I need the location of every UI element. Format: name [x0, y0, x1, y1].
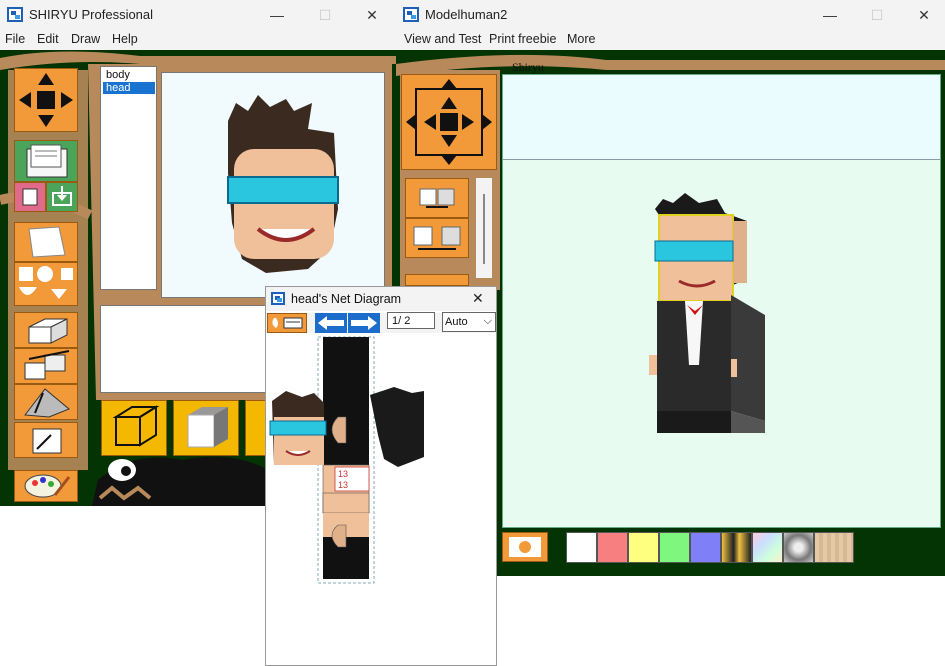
menu-bar: File Edit Draw Help	[0, 30, 396, 50]
viewport-label: Shiryu	[512, 60, 545, 74]
menu-print-freebie[interactable]: Print freebie	[489, 32, 556, 46]
page-indicator: 1/ 2	[387, 312, 435, 329]
notes-area[interactable]	[100, 305, 270, 393]
swatch-blue[interactable]	[690, 532, 721, 563]
minimize-button[interactable]: —	[257, 0, 297, 30]
palette-icon	[24, 474, 71, 498]
title-bar[interactable]: Modelhuman2 — ☐ ✕	[396, 0, 945, 30]
zoom-out-button[interactable]	[405, 218, 469, 258]
title-bar[interactable]: head's Net Diagram ✕	[266, 287, 496, 311]
move-dpad[interactable]	[14, 68, 78, 132]
dpad-arrows-icon	[19, 73, 73, 127]
box-icon	[28, 318, 68, 344]
menu-edit[interactable]: Edit	[37, 32, 59, 46]
solid-cube-icon	[187, 407, 228, 448]
app-icon	[7, 7, 23, 22]
model-3d-viewport[interactable]	[502, 74, 941, 528]
screenshot-button[interactable]	[502, 532, 548, 562]
wireframe-cube-icon	[112, 405, 160, 447]
primitive-shapes-icon	[19, 266, 73, 299]
stretch-tool-button[interactable]	[14, 384, 78, 420]
head-preview-pane[interactable]	[161, 72, 385, 298]
resize-arrows-icon	[24, 350, 70, 380]
cut-icon	[32, 428, 62, 454]
wireframe-view-button[interactable]	[101, 400, 167, 456]
list-item-body[interactable]: body	[103, 69, 133, 81]
app-icon	[403, 7, 419, 22]
menu-draw[interactable]: Draw	[71, 32, 100, 46]
net-diagram-canvas[interactable]: 13 13	[266, 335, 496, 665]
app-icon	[271, 292, 285, 305]
texture-view-button[interactable]	[245, 400, 267, 456]
scale-mode-select[interactable]: Auto ⌵	[442, 312, 496, 332]
print-net-button[interactable]	[267, 313, 307, 333]
slider-track	[483, 194, 485, 264]
box-tool-button[interactable]	[14, 312, 78, 348]
face-number-2: 13	[338, 480, 348, 490]
net-diagram-window: head's Net Diagram ✕ 1/ 2 Auto ⌵ 13 13	[265, 286, 497, 666]
prev-page-button[interactable]	[315, 313, 347, 333]
swatch-rainbow[interactable]	[752, 532, 783, 563]
swatch-wood-texture[interactable]	[814, 532, 854, 563]
arrow-left-icon	[318, 316, 344, 330]
paper-shapes-button[interactable]	[14, 222, 78, 262]
cut-tool-button[interactable]	[14, 422, 78, 458]
zoom-out-cubes-icon	[413, 226, 461, 250]
next-page-button[interactable]	[348, 313, 380, 333]
swatch-white[interactable]	[566, 532, 597, 563]
zoom-slider[interactable]	[476, 178, 492, 278]
extra-view-button[interactable]	[405, 274, 469, 286]
zoom-in-cubes-icon	[419, 188, 455, 208]
paper-shape-icon	[28, 226, 66, 258]
swatch-pattern-gold[interactable]	[721, 532, 752, 563]
minimize-button[interactable]: —	[810, 0, 850, 30]
menu-file[interactable]: File	[5, 32, 25, 46]
menu-more[interactable]: More	[567, 32, 595, 46]
eraser-icon	[22, 188, 38, 206]
swatch-yellow[interactable]	[628, 532, 659, 563]
human-model-3d	[649, 193, 765, 433]
import-icon	[52, 186, 72, 206]
mascot-illustration	[92, 456, 272, 506]
list-item-head[interactable]: head	[103, 82, 155, 94]
swatch-green[interactable]	[659, 532, 690, 563]
solid-view-button[interactable]	[173, 400, 239, 456]
folder-icon	[26, 144, 68, 178]
view-rotate-dpad[interactable]	[401, 74, 497, 170]
stretch-icon	[24, 388, 70, 418]
swatch-red[interactable]	[597, 532, 628, 563]
window-title: head's Net Diagram	[291, 292, 402, 306]
maximize-button: ☐	[318, 7, 332, 23]
rotate-arrows-icon	[406, 79, 492, 165]
resize-tool-button[interactable]	[14, 348, 78, 384]
close-button[interactable]: ✕	[904, 0, 944, 30]
mascot-thumbnail-icon	[509, 537, 541, 557]
close-button[interactable]: ✕	[352, 0, 392, 30]
zoom-in-button[interactable]	[405, 178, 469, 218]
scale-mode-value: Auto	[445, 316, 468, 328]
import-button[interactable]	[46, 182, 78, 212]
window-title: Modelhuman2	[425, 7, 508, 22]
face-number-1: 13	[338, 469, 348, 479]
swatch-stone-texture[interactable]	[783, 532, 814, 563]
primitive-shapes-button[interactable]	[14, 262, 78, 306]
menu-bar: View and Test Print freebie More	[396, 30, 945, 50]
chevron-down-icon: ⌵	[483, 315, 492, 327]
title-bar[interactable]: SHIRYU Professional — ☐ ✕	[0, 0, 396, 30]
menu-view-and-test[interactable]: View and Test	[404, 32, 481, 46]
printer-icon	[272, 317, 303, 329]
open-folder-button[interactable]	[14, 140, 78, 182]
parts-list[interactable]: body head	[100, 66, 157, 290]
erase-button[interactable]	[14, 182, 46, 212]
palette-button[interactable]	[14, 470, 78, 502]
menu-help[interactable]: Help	[112, 32, 138, 46]
close-button[interactable]: ✕	[472, 290, 484, 307]
head-model-preview	[227, 95, 339, 273]
window-title: SHIRYU Professional	[29, 7, 154, 22]
arrow-right-icon	[351, 316, 377, 330]
maximize-button: ☐	[870, 7, 884, 23]
